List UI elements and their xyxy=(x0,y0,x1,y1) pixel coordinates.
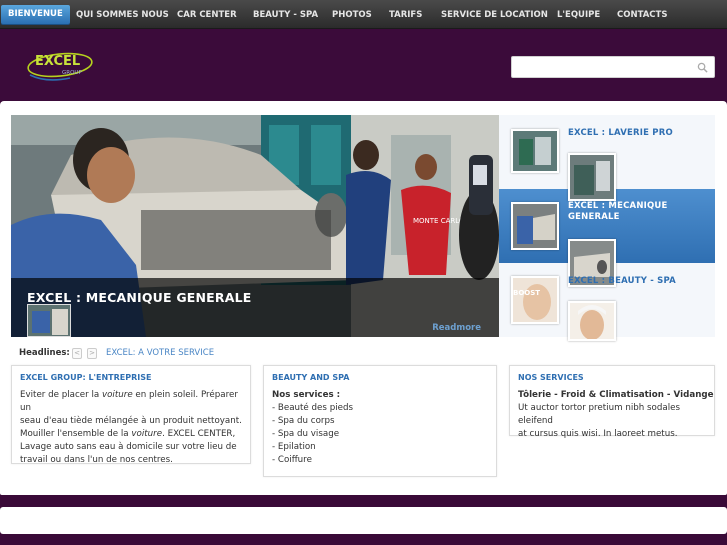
featured-slideshow[interactable]: MONTE CARLO EXCEL : MECANIQUE GENERALE R… xyxy=(11,115,499,337)
readmore-link[interactable]: Readmore xyxy=(432,323,481,333)
nav-item-tarifs[interactable]: TARIFS xyxy=(389,7,422,23)
nav-item-contacts[interactable]: CONTACTS xyxy=(617,7,667,23)
slide-list: EXCEL : LAVERIE PRO EXCEL : MECANIQUE GE… xyxy=(499,115,715,341)
top-navigation: BIENVENUE QUI SOMMES NOUS CAR CENTER BEA… xyxy=(0,0,727,29)
box-entreprise-text: Eviter de placer la voiture en plein sol… xyxy=(20,390,242,465)
box-beauty-spa: BEAUTY AND SPA Nos services : - Beauté d… xyxy=(263,365,497,477)
search-icon[interactable] xyxy=(697,62,708,73)
slide-list-title: EXCEL : LAVERIE PRO xyxy=(568,128,673,138)
box-entreprise: EXCEL GROUP: L'ENTREPRISE Eviter de plac… xyxy=(11,365,251,465)
nav-item-qui-sommes-nous[interactable]: QUI SOMMES NOUS xyxy=(76,7,169,23)
slide-list-item-mecanique[interactable]: EXCEL : MECANIQUE GENERALE xyxy=(499,189,715,287)
main-content: MONTE CARLO EXCEL : MECANIQUE GENERALE R… xyxy=(0,101,727,495)
headline-link[interactable]: EXCEL: A VOTRE SERVICE xyxy=(106,348,214,358)
box-services-title[interactable]: NOS SERVICES xyxy=(518,373,584,382)
nav-item-equipe[interactable]: L'EQUIPE xyxy=(557,7,600,23)
nav-item-photos[interactable]: PHOTOS xyxy=(332,7,372,23)
beauty-thumbnail xyxy=(511,276,559,324)
nav-item-beauty-spa[interactable]: BEAUTY - SPA xyxy=(253,7,318,23)
box-services-text: Tôlerie - Froid & Climatisation - Vidang… xyxy=(518,390,714,439)
nav-item-bienvenue[interactable]: BIENVENUE xyxy=(1,5,70,24)
svg-text:GROUP: GROUP xyxy=(62,70,82,76)
laverie-thumbnail xyxy=(511,129,559,173)
mecanique-thumbnail xyxy=(511,202,559,250)
footer-bar xyxy=(0,507,727,534)
box-beauty-text: Nos services : - Beauté des pieds - Spa … xyxy=(272,390,354,465)
headlines-prev-button[interactable]: < xyxy=(72,348,82,359)
slide-list-item-laverie[interactable]: EXCEL : LAVERIE PRO xyxy=(499,115,715,201)
slide-thumbnail[interactable] xyxy=(27,304,71,337)
box-beauty-title[interactable]: BEAUTY AND SPA xyxy=(272,373,349,382)
headlines-next-button[interactable]: > xyxy=(87,348,97,359)
excel-group-logo[interactable]: EXCEL GROUP xyxy=(26,47,96,87)
beauty-thumbnail-alt xyxy=(568,301,616,341)
slide-title[interactable]: EXCEL : MECANIQUE GENERALE xyxy=(27,290,252,305)
svg-text:EXCEL: EXCEL xyxy=(35,54,80,69)
slide-caption: EXCEL : MECANIQUE GENERALE Readmore xyxy=(11,278,499,337)
search-box xyxy=(511,56,715,78)
svg-text:MONTE CARLO: MONTE CARLO xyxy=(413,217,465,225)
slide-list-item-beauty[interactable]: BOOST EXCEL : BEAUTY - SPA xyxy=(499,263,715,341)
headlines-label: Headlines: xyxy=(19,348,70,358)
nav-item-service-de-location[interactable]: SERVICE DE LOCATION xyxy=(441,7,548,23)
slide-list-title: EXCEL : MECANIQUE GENERALE xyxy=(568,201,668,222)
search-input[interactable] xyxy=(516,60,696,75)
box-entreprise-title[interactable]: EXCEL GROUP: L'ENTREPRISE xyxy=(20,373,151,382)
nav-item-car-center[interactable]: CAR CENTER xyxy=(177,7,237,23)
slide-list-title: EXCEL : BEAUTY - SPA xyxy=(568,276,676,286)
beauty-thumbnail-overlay: BOOST xyxy=(513,289,541,297)
box-nos-services: NOS SERVICES Tôlerie - Froid & Climatisa… xyxy=(509,365,715,439)
